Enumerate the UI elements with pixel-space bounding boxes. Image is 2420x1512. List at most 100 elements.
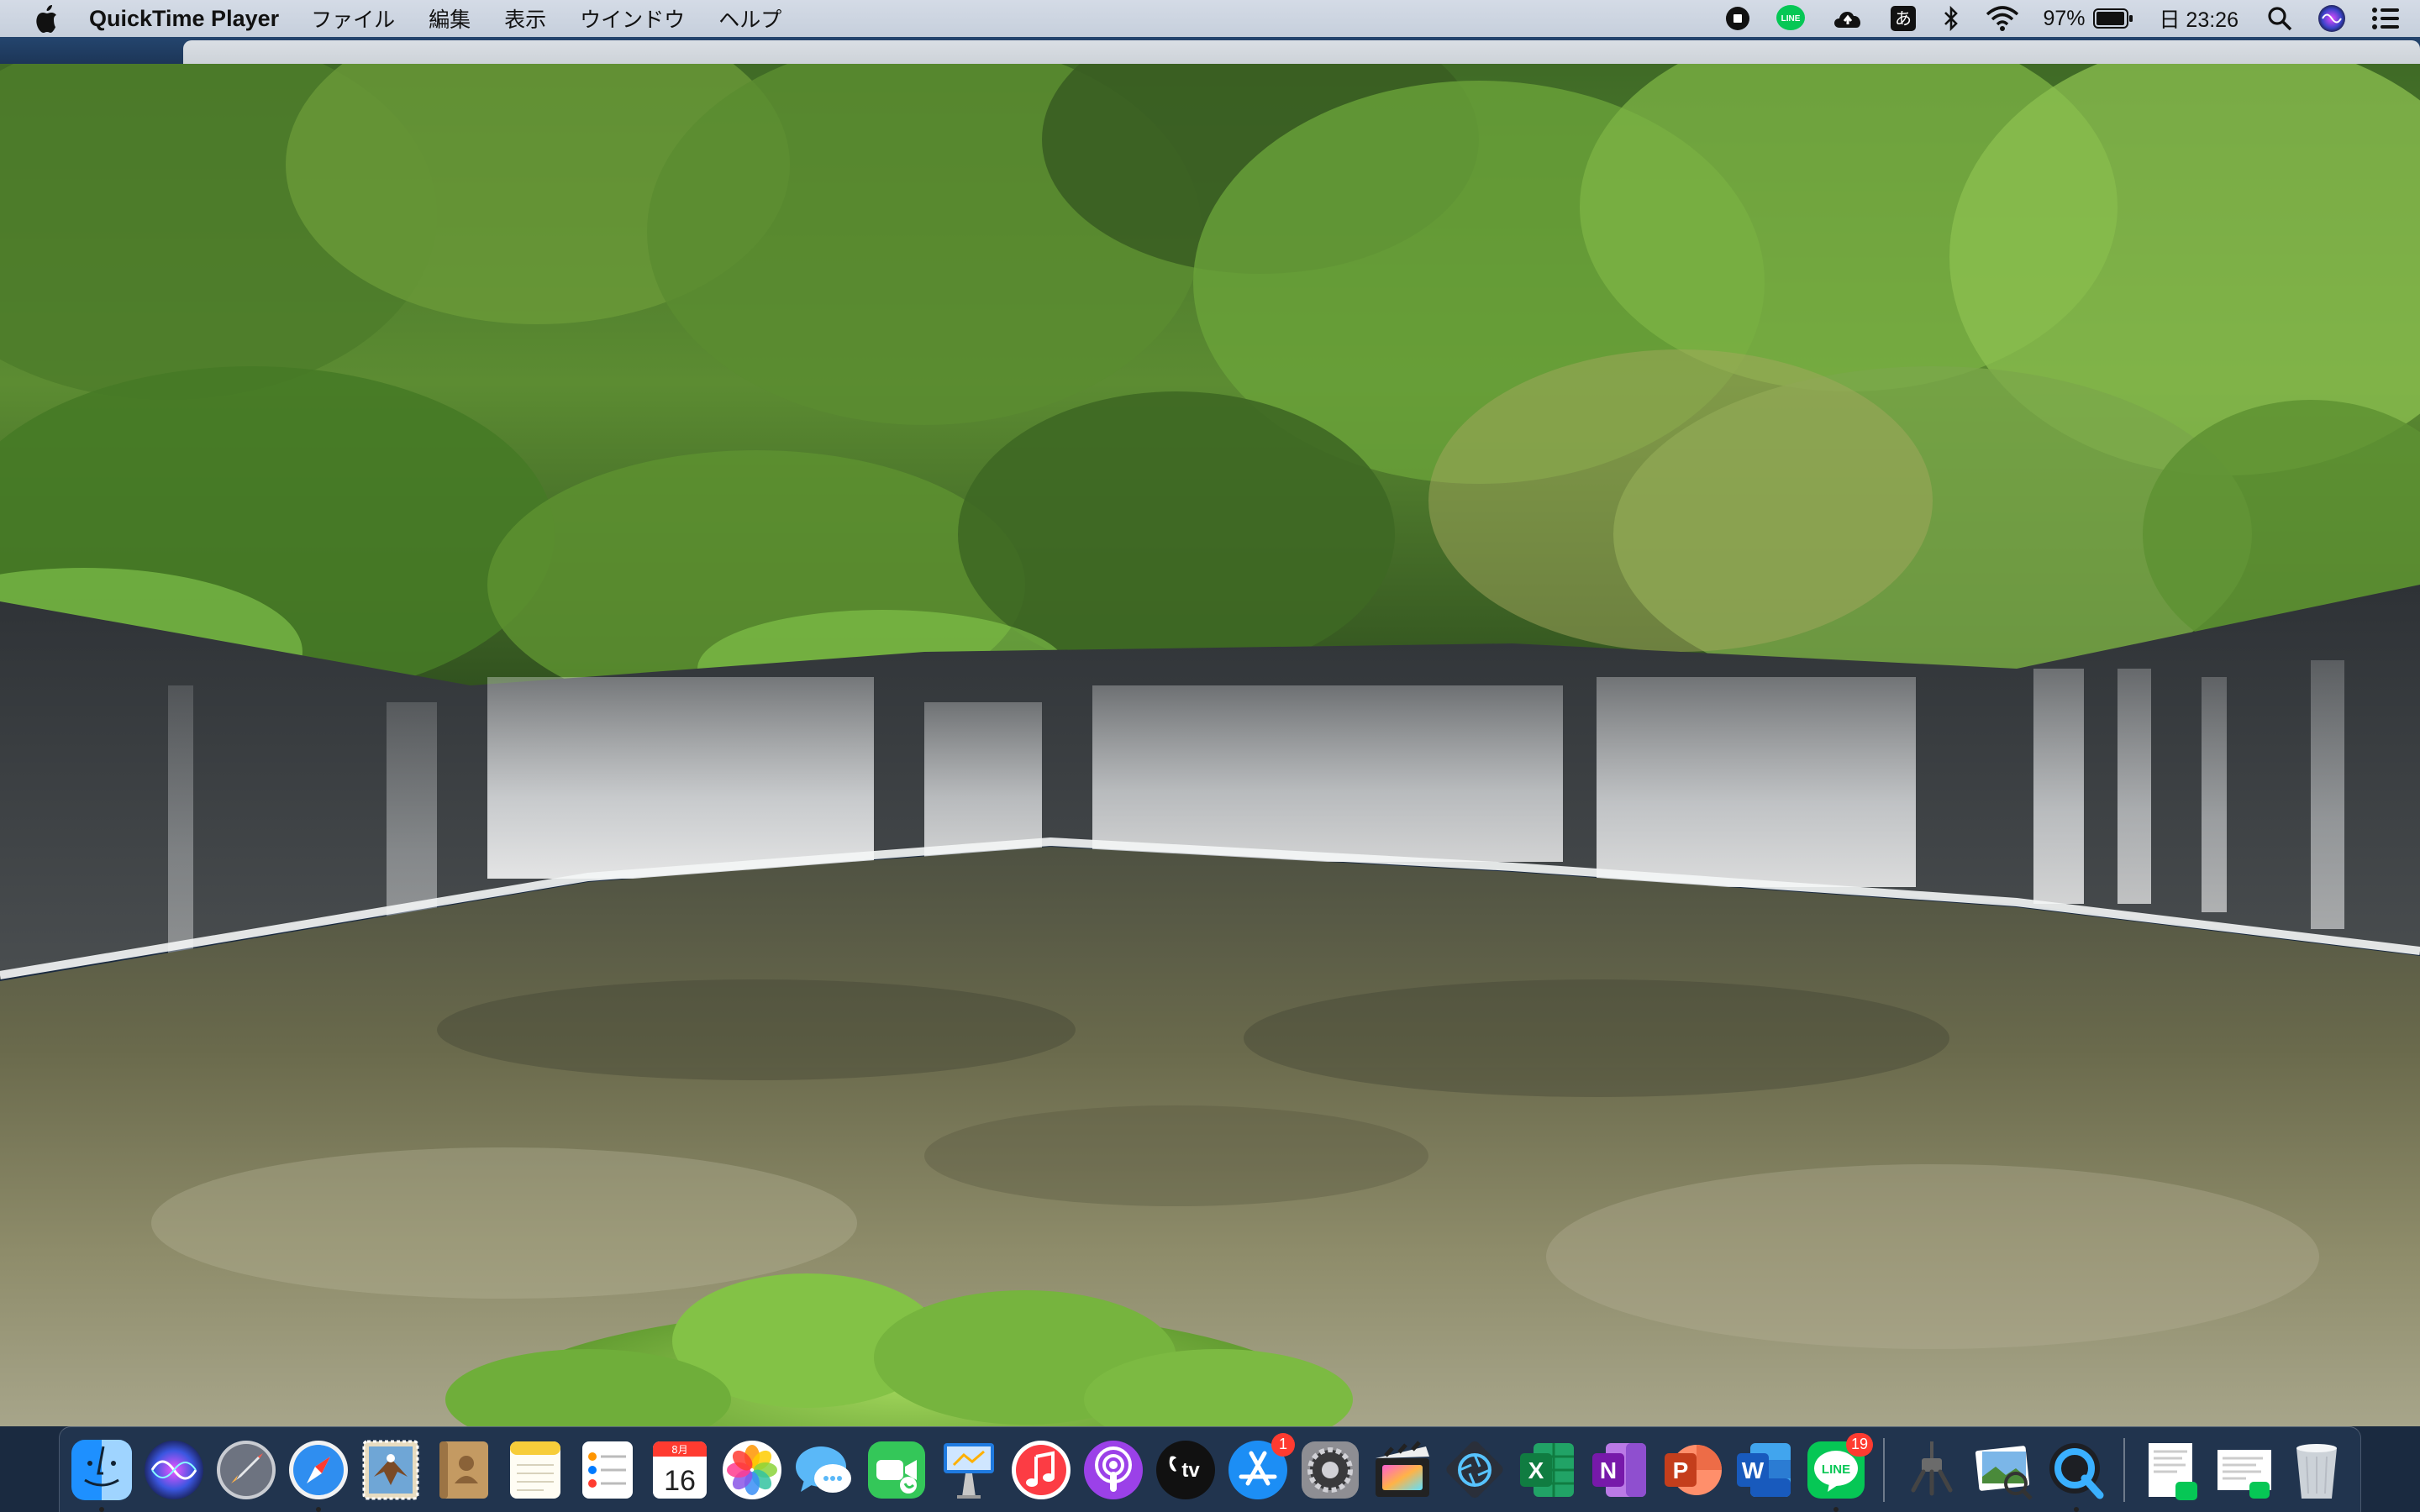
podcasts-icon: [1084, 1440, 1143, 1499]
document-thumbnail-icon: [2217, 1449, 2271, 1499]
dock-notes[interactable]: [503, 1438, 567, 1502]
menu-help[interactable]: ヘルプ: [718, 3, 781, 34]
svg-text:LINE: LINE: [1822, 1462, 1850, 1477]
dock-photos[interactable]: [720, 1438, 784, 1502]
notes-icon: [510, 1441, 560, 1499]
dock-podcasts[interactable]: [1081, 1438, 1145, 1502]
dock-reminders[interactable]: [576, 1438, 639, 1502]
menu-clock[interactable]: 日 23:26: [2159, 3, 2238, 34]
trash-icon: [2296, 1443, 2337, 1499]
background-window-titlebar: [183, 40, 2420, 66]
safari-compass-icon: [289, 1440, 348, 1499]
dock: 8月 16 tv 1 X N P W LINE 19: [59, 1426, 2361, 1512]
dock-contacts[interactable]: [431, 1438, 495, 1502]
dock-separator: [1883, 1437, 1885, 1502]
claw-tool-icon: [1911, 1441, 1953, 1495]
reminders-list-icon: [582, 1441, 633, 1499]
dock-finder[interactable]: [70, 1438, 134, 1512]
dock-messages[interactable]: [792, 1438, 856, 1502]
dock-siri[interactable]: [142, 1438, 206, 1502]
screen-record-stop-icon[interactable]: [1725, 6, 1750, 31]
menu-file[interactable]: ファイル: [311, 3, 395, 34]
svg-text:X: X: [1528, 1457, 1544, 1483]
photos-flower-icon: [723, 1440, 781, 1499]
calendar-icon: 8月 16: [653, 1441, 707, 1499]
menu-view[interactable]: 表示: [504, 3, 546, 34]
svg-text:N: N: [1600, 1457, 1617, 1483]
dock-trash[interactable]: [2285, 1438, 2349, 1502]
word-icon: W: [1737, 1442, 1791, 1497]
dock-final-cut-pro[interactable]: [1370, 1438, 1434, 1502]
quicktime-icon: [2049, 1442, 2104, 1499]
cloud-upload-icon[interactable]: [1831, 6, 1865, 31]
dock-mail[interactable]: [359, 1438, 423, 1502]
dock-excel[interactable]: X: [1515, 1438, 1579, 1502]
svg-text:LINE: LINE: [1781, 14, 1801, 24]
dock-safari[interactable]: [287, 1438, 350, 1512]
keynote-podium-icon: [944, 1442, 994, 1499]
running-indicator: [99, 1506, 104, 1512]
spotlight-search-icon[interactable]: [2267, 6, 2292, 31]
app-store-badge: 1: [1271, 1432, 1295, 1457]
dock-line[interactable]: LINE 19: [1804, 1432, 1873, 1512]
dock-preview[interactable]: [1972, 1438, 2036, 1502]
battery-percent: 97%: [2043, 6, 2086, 30]
clapperboard-icon: [1376, 1440, 1429, 1497]
dock-utility-claw[interactable]: [1900, 1438, 1964, 1502]
excel-icon: X: [1520, 1442, 1574, 1497]
dock-app-store[interactable]: 1: [1226, 1432, 1295, 1502]
foliage-clusters: [0, 64, 2420, 736]
notification-center-icon[interactable]: [2371, 7, 2400, 30]
music-note-icon: [1012, 1440, 1071, 1499]
dock-onenote[interactable]: N: [1587, 1438, 1651, 1502]
dock-calendar[interactable]: 8月 16: [648, 1438, 712, 1502]
menu-window[interactable]: ウインドウ: [580, 3, 685, 34]
video-frame[interactable]: [0, 64, 2420, 1426]
running-indicator: [316, 1506, 321, 1512]
siri-icon: [145, 1440, 203, 1499]
eagle-stamp-icon: [362, 1440, 419, 1499]
svg-text:あ: あ: [1895, 8, 1912, 29]
launchpad-rocket-icon: [217, 1440, 276, 1499]
line-status-icon[interactable]: LINE: [1776, 4, 1806, 33]
input-method-icon[interactable]: あ: [1890, 5, 1917, 32]
menu-edit[interactable]: 編集: [429, 3, 471, 34]
bluetooth-icon[interactable]: [1942, 5, 1960, 32]
facetime-camera-icon: [868, 1441, 925, 1499]
preview-photos-icon: [1975, 1445, 2033, 1500]
running-indicator: [1833, 1506, 1839, 1512]
dock-separator: [2123, 1437, 2125, 1502]
dock-facetime[interactable]: [865, 1438, 929, 1502]
battery-icon[interactable]: [2093, 8, 2133, 29]
running-indicator: [2074, 1506, 2079, 1512]
dock-word[interactable]: W: [1732, 1438, 1796, 1502]
onenote-icon: N: [1592, 1442, 1646, 1497]
svg-text:W: W: [1742, 1457, 1765, 1483]
svg-text:P: P: [1673, 1457, 1689, 1483]
dock-system-preferences[interactable]: [1298, 1438, 1362, 1502]
dock-apple-tv[interactable]: tv: [1154, 1438, 1218, 1502]
powerpoint-icon: P: [1665, 1444, 1722, 1495]
messages-bubble-icon: [796, 1446, 851, 1493]
apple-icon[interactable]: [34, 4, 59, 33]
svg-text:8月: 8月: [671, 1444, 688, 1456]
dock-music[interactable]: [1009, 1438, 1073, 1502]
svg-text:tv: tv: [1181, 1459, 1200, 1482]
aperture-icon: [1446, 1441, 1503, 1498]
line-badge: 19: [1845, 1432, 1873, 1457]
finder-icon: [71, 1439, 132, 1500]
dock-launchpad[interactable]: [214, 1438, 278, 1502]
wifi-icon[interactable]: [1986, 6, 2019, 31]
contacts-book-icon: [439, 1441, 488, 1499]
dock-quicktime[interactable]: [2044, 1438, 2108, 1512]
menu-app-name[interactable]: QuickTime Player: [89, 6, 279, 32]
dock-powerpoint[interactable]: P: [1660, 1438, 1723, 1502]
siri-icon[interactable]: [2317, 4, 2346, 33]
document-thumbnail-icon: [2149, 1442, 2197, 1500]
dock-keynote[interactable]: [937, 1438, 1001, 1502]
dock-minimized-window-1[interactable]: [2140, 1438, 2204, 1502]
svg-text:16: 16: [664, 1465, 696, 1497]
menu-bar: QuickTime Player ファイル 編集 表示 ウインドウ ヘルプ LI…: [0, 0, 2420, 37]
dock-motion[interactable]: [1443, 1438, 1507, 1502]
dock-minimized-window-2[interactable]: [2212, 1438, 2276, 1502]
